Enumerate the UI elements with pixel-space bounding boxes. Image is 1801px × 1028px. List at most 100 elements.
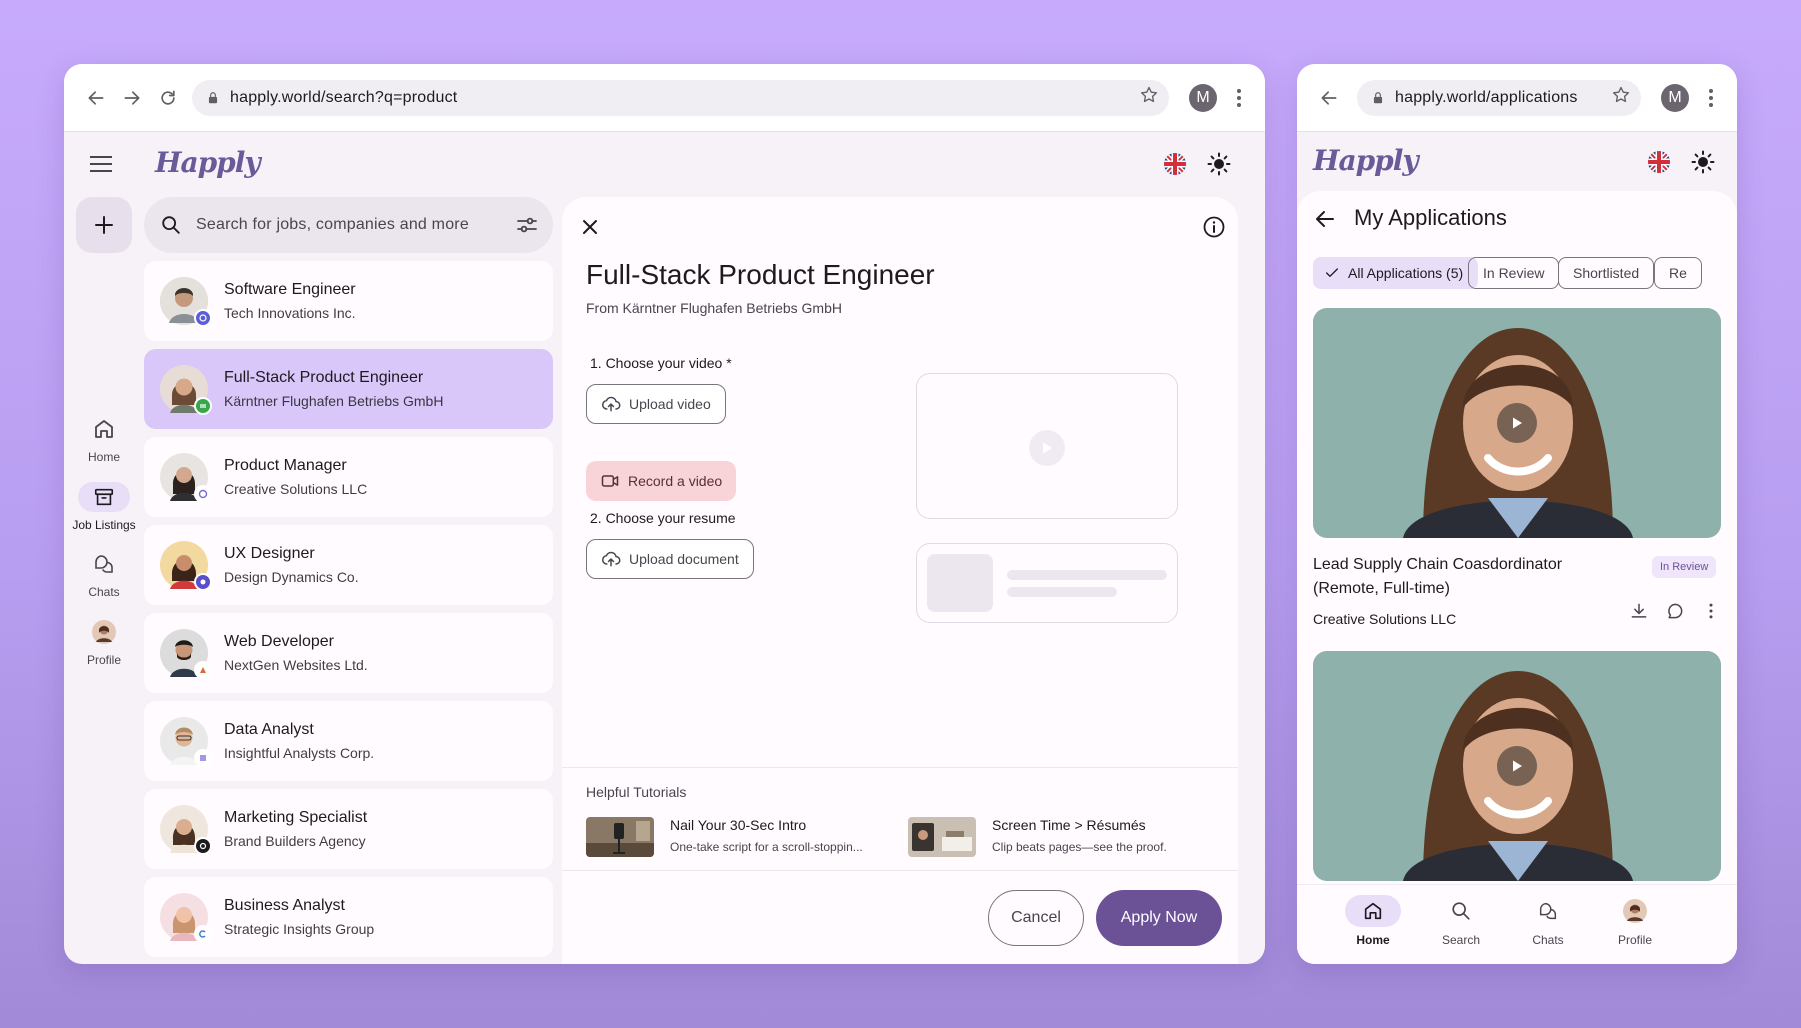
theme-toggle-icon[interactable] (1691, 150, 1715, 174)
step-video-label: 1. Choose your video * (590, 355, 732, 371)
tutorial-description: One-take script for a scroll-stoppin... (670, 840, 863, 854)
browser-menu-icon[interactable] (1699, 80, 1723, 116)
company-badge-icon (194, 749, 212, 767)
job-avatar (160, 365, 212, 415)
play-circle-icon (1029, 430, 1065, 466)
status-badge: In Review (1652, 556, 1717, 578)
rail-job-listings-label: Job Listings (72, 518, 136, 532)
nav-chats[interactable]: Chats (1512, 895, 1584, 947)
company-badge-icon (194, 837, 212, 855)
new-item-button[interactable] (76, 197, 132, 253)
nav-home[interactable]: Home (1337, 895, 1409, 947)
page-title: My Applications (1354, 205, 1507, 230)
job-card[interactable]: Business Analyst Strategic Insights Grou… (144, 877, 553, 957)
comment-icon[interactable] (1665, 601, 1685, 626)
filter-chip-more[interactable]: Re (1654, 257, 1702, 289)
happly-logo[interactable]: Happly (155, 146, 261, 179)
bookmark-star-icon[interactable] (1611, 85, 1631, 110)
apply-now-button[interactable]: Apply Now (1096, 890, 1222, 946)
job-card[interactable]: Data Analyst Insightful Analysts Corp. (144, 701, 553, 781)
tutorial-description: Clip beats pages—see the proof. (992, 840, 1167, 854)
play-icon[interactable] (1497, 403, 1537, 443)
chat-bubbles-icon (1520, 895, 1576, 927)
bookmark-star-icon[interactable] (1139, 85, 1159, 110)
theme-toggle-icon[interactable] (1207, 152, 1231, 176)
step-resume-label: 2. Choose your resume (590, 510, 736, 526)
profile-avatar[interactable]: M (1189, 83, 1217, 112)
job-card[interactable]: Web Developer NextGen Websites Ltd. (144, 613, 553, 693)
nav-chats-label: Chats (1532, 933, 1564, 947)
cancel-button[interactable]: Cancel (988, 890, 1084, 946)
company-badge-icon (194, 661, 212, 679)
company-badge-icon (194, 485, 212, 503)
url-text: happly.world/applications (1395, 88, 1578, 106)
back-icon[interactable] (1311, 80, 1347, 116)
back-arrow-icon[interactable] (1313, 207, 1337, 231)
tutorial-item[interactable]: Screen Time > Résumés Clip beats pages—s… (908, 817, 1202, 857)
browser-window-applications: happly.world/applications M Happly My Ap… (1297, 64, 1737, 964)
job-avatar (160, 805, 212, 855)
filter-chip-in-review[interactable]: In Review (1468, 257, 1560, 289)
upload-document-label: Upload document (629, 551, 739, 567)
filter-chip-shortlisted[interactable]: Shortlisted (1558, 257, 1655, 289)
job-title: Data Analyst (224, 721, 314, 738)
hamburger-menu-icon[interactable] (90, 152, 118, 176)
job-card[interactable]: Product Manager Creative Solutions LLC (144, 437, 553, 517)
happly-logo[interactable]: Happly (1313, 144, 1419, 177)
play-icon[interactable] (1497, 746, 1537, 786)
filter-sliders-icon[interactable] (515, 213, 539, 237)
chip-label: In Review (1483, 265, 1545, 281)
applications-panel: My Applications All Applications (5) In … (1297, 191, 1737, 964)
job-company: Insightful Analysts Corp. (224, 745, 375, 761)
job-company: Strategic Insights Group (224, 921, 375, 937)
address-bar[interactable]: happly.world/search?q=product (192, 79, 1169, 116)
job-title: Software Engineer (224, 281, 356, 298)
reload-icon[interactable] (150, 80, 186, 116)
nav-search-label: Search (1441, 933, 1481, 947)
application-video-thumbnail[interactable] (1313, 308, 1721, 538)
job-card[interactable]: Software Engineer Tech Innovations Inc. (144, 261, 553, 341)
rail-item-home[interactable]: Home (64, 414, 144, 464)
job-card[interactable]: Marketing Specialist Brand Builders Agen… (144, 789, 553, 869)
more-vert-icon[interactable] (1701, 601, 1721, 626)
rail-item-job-listings[interactable]: Job Listings (64, 482, 144, 532)
upload-video-button[interactable]: Upload video (586, 384, 726, 424)
application-title[interactable]: Lead Supply Chain Coasdordinator (Remote… (1313, 553, 1613, 601)
address-bar[interactable]: happly.world/applications (1357, 79, 1641, 116)
upload-document-button[interactable]: Upload document (586, 539, 754, 579)
browser-menu-icon[interactable] (1227, 80, 1251, 116)
job-avatar (160, 629, 212, 679)
close-icon[interactable] (578, 215, 602, 239)
download-icon[interactable] (1629, 601, 1649, 626)
nav-search[interactable]: Search (1425, 895, 1497, 947)
application-video-thumbnail[interactable] (1313, 651, 1721, 881)
browser-window-search: happly.world/search?q=product M Happly H… (64, 64, 1265, 964)
video-preview (916, 373, 1178, 519)
info-icon[interactable] (1202, 215, 1226, 239)
uk-flag-icon[interactable] (1648, 151, 1670, 173)
plus-icon (95, 216, 113, 234)
back-icon[interactable] (78, 80, 114, 116)
forward-icon[interactable] (114, 80, 150, 116)
rail-item-chats[interactable]: Chats (64, 549, 144, 599)
tutorial-item[interactable]: Nail Your 30-Sec Intro One-take script f… (586, 817, 880, 857)
application-company: Creative Solutions LLC (1313, 611, 1457, 627)
job-title: UX Designer (224, 545, 315, 562)
uk-flag-icon[interactable] (1164, 153, 1186, 175)
job-card-selected[interactable]: Full-Stack Product Engineer Kärntner Flu… (144, 349, 553, 429)
profile-avatar[interactable]: M (1661, 83, 1689, 112)
job-detail-title: Full-Stack Product Engineer (586, 259, 935, 290)
archive-icon (78, 482, 130, 512)
lock-icon (206, 91, 220, 105)
browser-toolbar: happly.world/applications M (1297, 64, 1737, 132)
job-card[interactable]: UX Designer Design Dynamics Co. (144, 525, 553, 605)
job-title: Full-Stack Product Engineer (224, 369, 424, 386)
record-video-label: Record a video (628, 473, 723, 489)
rail-item-profile[interactable]: Profile (64, 617, 144, 667)
filter-chip-all[interactable]: All Applications (5) (1313, 257, 1479, 289)
record-video-button[interactable]: Record a video (586, 461, 737, 501)
search-input[interactable]: Search for jobs, companies and more (196, 216, 515, 234)
nav-profile[interactable]: Profile (1599, 895, 1671, 947)
search-bar[interactable]: Search for jobs, companies and more (144, 197, 553, 253)
chip-label: All Applications (5) (1348, 265, 1464, 281)
